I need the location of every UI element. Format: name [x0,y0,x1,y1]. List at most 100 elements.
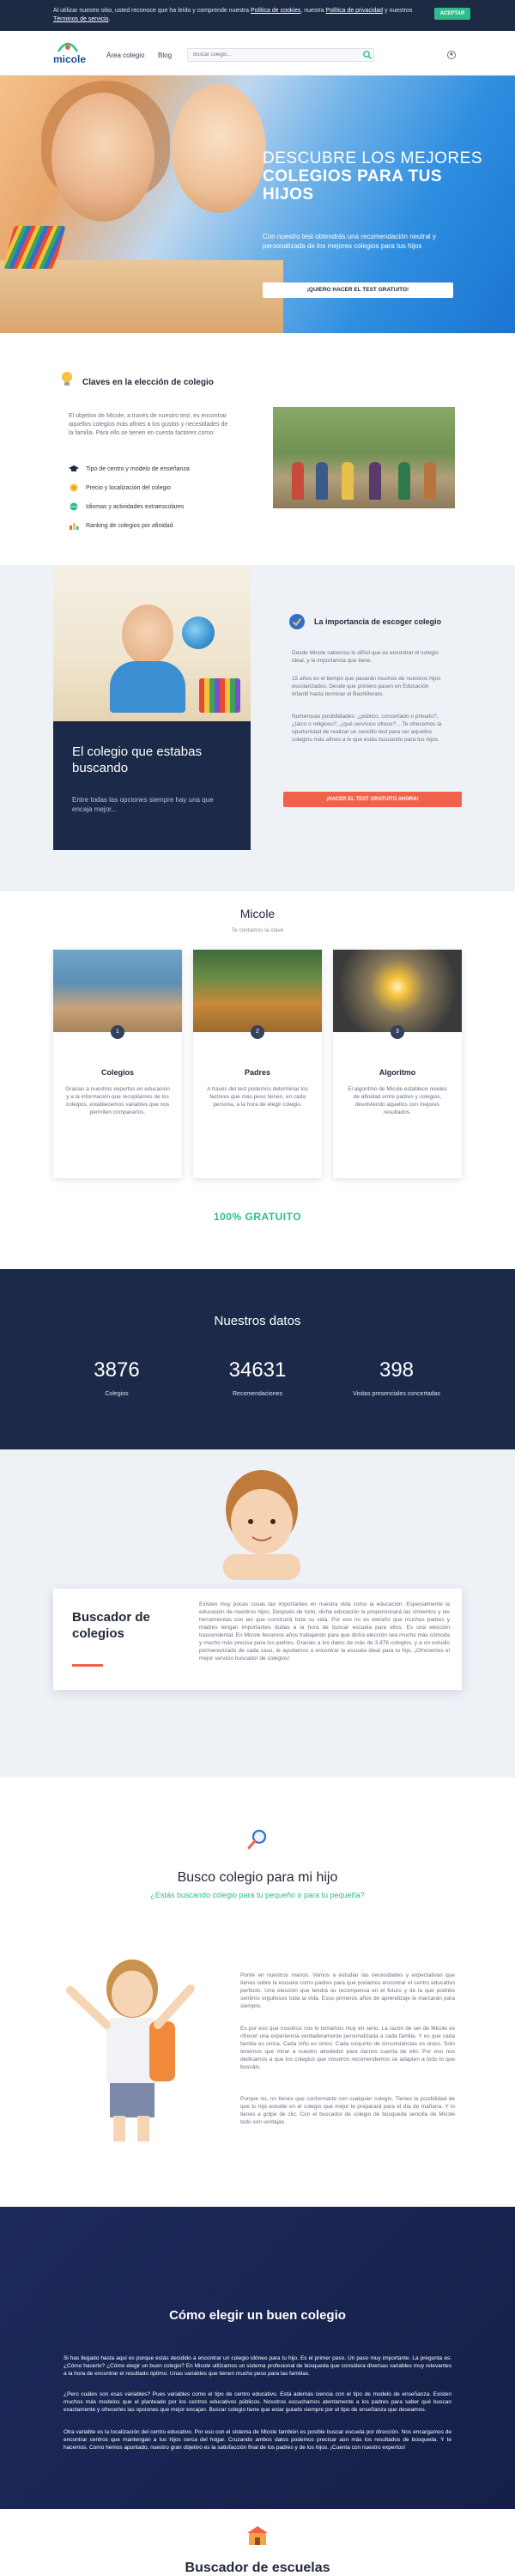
title-accent-line [72,1664,103,1667]
girl-backpack-photo [53,1939,209,2142]
graduation-cap-icon [69,465,79,471]
hero-photo-girl [52,93,154,222]
badge-check-icon [289,614,305,629]
hero-banner: DESCUBRE LOS MEJORES COLEGIOS PARA TUS H… [0,76,515,333]
elegir-title: Cómo elegir un buen colegio [169,2308,346,2323]
cookie-policy-link[interactable]: Política de cookies [251,8,300,14]
clave-label: Idiomas y actividades extraescolares [86,503,185,510]
micole-title: Micole [239,907,276,920]
free-label: 100% GRATUITO [213,1211,302,1223]
hero-photo-girl-2 [172,84,266,213]
busco-title: Busco colegio para mi hijo [177,1870,338,1885]
hero-test-button[interactable]: ¡QUIERO HACER EL TEST GRATUITO! [263,283,453,298]
photo-globe [182,617,215,649]
escuelas-section: Buscador de escuelas [0,2509,515,2576]
clave-item-tipo: Tipo de centro y modelo de enseñanza [69,465,190,473]
elegir-p3: Otra variable es la localización del cen… [64,2429,451,2451]
elegir-p1: Si has llegado hasta aquí es porque está… [64,2355,451,2377]
clave-item-idiomas: Idiomas y actividades extraescolares [69,502,184,511]
lightbulb-photo [333,950,462,1032]
logo-text[interactable]: micole [53,53,86,65]
money-icon [70,483,78,492]
micole-logo-icon[interactable] [57,39,79,53]
nav-area-colegio[interactable]: Área colegio [106,52,144,59]
magnifier-icon [247,1829,267,1850]
step-number: 2 [251,1025,264,1039]
buscador-card: Buscador de colegios Existen muy pocas c… [53,1589,462,1690]
clave-label: Precio y localización del colegio [86,484,171,491]
importancia-title: La importancia de escoger colegio [314,617,442,626]
stat-colegios: 3876 Colegios [48,1358,185,1397]
school-icon [247,2526,268,2545]
ranking-icon [70,523,79,530]
search-icon[interactable] [362,50,373,60]
stat-value: 34631 [228,1358,287,1382]
stat-label: Colegios [105,1391,129,1397]
stat-recomendaciones: 34631 Recomendaciones [189,1358,326,1397]
importancia-test-button[interactable]: ¡HACER EL TEST GRATUITO AHORA! [283,792,462,807]
hero-photo-desk [0,260,283,333]
feature-card-padres: 2 Padres A través del test podemos deter… [193,950,322,1178]
cookie-text-4: . [108,16,111,22]
hero-title: DESCUBRE LOS MEJORES COLEGIOS PARA TUS H… [263,149,494,204]
cookie-text-3: y nuestros [383,8,413,14]
photo-figure [342,462,354,500]
accept-cookies-button[interactable]: ACEPTAR [434,8,470,20]
feature-card-title: Padres [244,1068,271,1077]
datos-title: Nuestros datos [214,1314,301,1328]
lightbulb-icon [62,372,72,386]
feature-card-colegios: 1 Colegios Gracias a nuestros expertos e… [53,950,182,1178]
feature-card-text: El algoritmo de Micole establece niveles… [348,1086,447,1115]
terms-link[interactable]: Términos de servicio [53,16,109,22]
photo-figure [424,462,436,500]
colegio-card: El colegio que estabas buscando Entre to… [53,567,251,850]
search-input[interactable] [187,48,374,62]
importancia-p1: Desde Micole sabemos lo difícil que es e… [292,650,439,664]
family-photo [193,950,322,1032]
hero-title-bold: COLEGIOS PARA TUS HIJOS [263,167,443,204]
site-header: micole Área colegio Blog [0,31,515,76]
colegio-card-title: El colegio que estabas buscando [72,744,202,775]
feature-card-title: Algoritmo [379,1068,416,1077]
stat-label: Recomendaciones [233,1391,282,1397]
importancia-section: El colegio que estabas buscando Entre to… [0,565,515,891]
photo-figure [369,462,381,500]
cookie-text-2: , nuestra [300,8,326,14]
feature-card-title: Colegios [100,1068,134,1077]
elegir-section: Cómo elegir un buen colegio Si has llega… [0,2207,515,2509]
clave-label: Ranking de colegios por afinidad [86,522,173,529]
photo-child-shirt [110,661,185,713]
clave-item-ranking: Ranking de colegios por afinidad [69,521,173,530]
colegio-card-text: Entre todas las opciones siempre hay una… [72,796,214,813]
step-number: 3 [391,1025,404,1039]
cookie-text-1: Al utilizar nuestro sitio, usted reconoc… [53,8,251,14]
micole-section: Micole Te contamos la clave 1 Colegios G… [0,891,515,1269]
hero-title-light: DESCUBRE LOS MEJORES [263,149,482,167]
importancia-p3: Numerosas posibilidades: ¿público, conce… [292,714,442,743]
busco-p3: Porque no, no tienes que conformarte con… [240,2096,455,2125]
hero-subtitle: Con nuestro test obtendrás una recomenda… [263,233,436,250]
busco-p1: Ponte en nuestros manos. Vamos a estudia… [240,1972,455,2009]
clave-item-precio: Precio y localización del colegio [69,483,171,492]
photo-figure [292,462,304,500]
feature-card-text: A través del test podemos determinar los… [207,1086,308,1108]
stat-value: 3876 [94,1358,140,1382]
datos-section: Nuestros datos 3876 Colegios 34631 Recom… [0,1269,515,1449]
cookie-text: Al utilizar nuestro sitio, usted reconoc… [53,7,431,24]
escuelas-title: Buscador de escuelas [185,2561,330,2575]
stat-value: 398 [379,1358,415,1382]
photo-figure [316,462,328,500]
user-menu-icon[interactable] [446,50,457,60]
claves-photo [273,407,455,508]
busco-section: Busco colegio para mi hijo ¿Estás buscan… [0,1777,515,2207]
privacy-policy-link[interactable]: Política de privacidad [326,8,384,14]
cookie-banner: Al utilizar nuestro sitio, usted reconoc… [0,0,515,31]
busco-subtitle: ¿Estás buscando colegio para tu pequeño … [150,1891,365,1899]
buscador-title: Buscador de colegios [72,1610,150,1641]
nav-blog[interactable]: Blog [158,52,172,59]
photo-child-face [122,605,173,665]
photo-figure [398,462,410,500]
stat-label: Visitas presenciales concertadas [353,1391,440,1397]
stat-visitas: 398 Visitas presenciales concertadas [328,1358,465,1397]
micole-subtitle: Te contamos la clave [231,927,284,933]
